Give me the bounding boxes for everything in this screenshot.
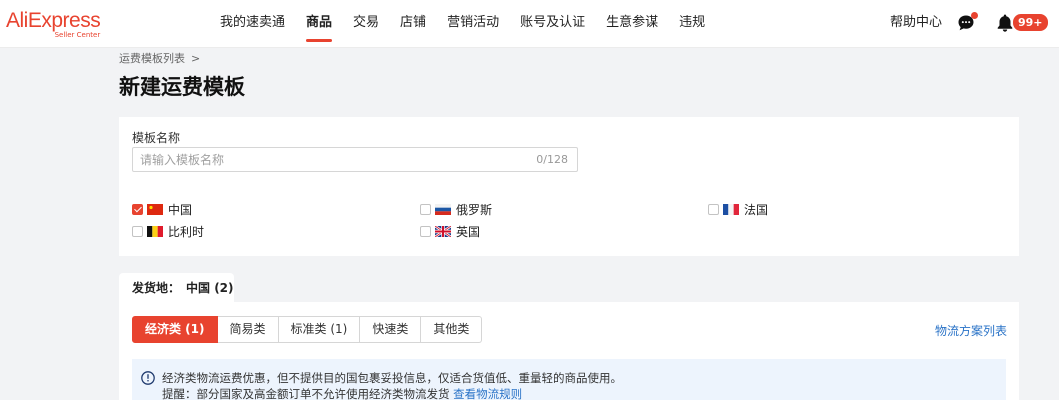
tab-economy[interactable]: 经济类 (1) [132, 316, 218, 343]
country-option-belgium[interactable]: 比利时 [132, 223, 204, 240]
country-option-france[interactable]: 法国 [708, 201, 768, 218]
country-label: 法国 [744, 203, 769, 217]
tab-standard[interactable]: 标准类 (1) [278, 316, 361, 343]
nav-item-marketing[interactable]: 营销活动 [447, 0, 499, 48]
shipping-type-tabs: 经济类 (1) 简易类 标准类 (1) 快速类 其他类 [132, 316, 483, 343]
notification-count-badge: 99+ [1013, 14, 1048, 31]
nav-item-transactions[interactable]: 交易 [353, 0, 379, 48]
logo-subtitle: Seller Center [54, 31, 101, 39]
breadcrumb-separator: > [191, 52, 201, 65]
country-checkbox-uk[interactable] [420, 226, 431, 237]
country-checkbox-russia[interactable] [420, 204, 431, 215]
country-option-china[interactable]: 中国 [132, 201, 192, 218]
ship-from-tab[interactable]: 发货地： 中国 (2) [119, 273, 234, 303]
notice-reminder-text: 提醒：部分国家及高金额订单不允许使用经济类物流发货 [162, 387, 450, 400]
template-name-label: 模板名称 [132, 131, 181, 145]
shipping-method-card: 经济类 (1) 简易类 标准类 (1) 快速类 其他类 物流方案列表 经济类物流… [119, 302, 1019, 400]
aliexpress-logo[interactable]: AliExpress Seller Center [6, 9, 101, 39]
cn-flag-icon [147, 204, 163, 215]
country-label: 英国 [456, 225, 481, 239]
char-counter: 0/128 [536, 153, 568, 166]
country-checkbox-belgium[interactable] [132, 226, 143, 237]
notice-reminder: 提醒：部分国家及高金额订单不允许使用经济类物流发货 查看物流规则 [162, 386, 522, 400]
country-option-uk[interactable]: 英国 [420, 223, 480, 240]
ru-flag-icon [435, 204, 451, 215]
chat-unread-dot [971, 12, 978, 19]
country-label: 中国 [168, 203, 193, 217]
fr-flag-icon [723, 204, 739, 215]
logistics-plan-list-link[interactable]: 物流方案列表 [935, 322, 1007, 339]
country-checkbox-china[interactable] [132, 204, 143, 215]
page-title: 新建运费模板 [119, 75, 245, 99]
nav-item-violations[interactable]: 违规 [679, 0, 705, 48]
ship-from-value: 中国 (2) [186, 281, 234, 295]
be-flag-icon [147, 226, 163, 237]
notice-text: 经济类物流运费优惠，但不提供目的国包裹妥投信息，仅适合货值低、重量轻的商品使用。 [162, 371, 622, 385]
nav-item-account[interactable]: 账号及认证 [520, 0, 585, 48]
ship-from-label: 发货地： [132, 281, 181, 295]
template-settings-card: 模板名称 0/128 中国 俄罗斯 法国 比利时 英国 [119, 117, 1019, 256]
view-logistics-rules-link[interactable]: 查看物流规则 [453, 387, 522, 400]
tab-other[interactable]: 其他类 [421, 316, 483, 343]
country-label: 俄罗斯 [456, 203, 493, 217]
breadcrumb-parent-link[interactable]: 运费模板列表 [119, 52, 185, 65]
country-checkbox-france[interactable] [708, 204, 719, 215]
tab-simple[interactable]: 简易类 [217, 316, 279, 343]
economy-notice-banner: 经济类物流运费优惠，但不提供目的国包裹妥投信息，仅适合货值低、重量轻的商品使用。… [132, 359, 1006, 400]
help-center-link[interactable]: 帮助中心 [890, 0, 942, 46]
nav-item-my-aliexpress[interactable]: 我的速卖通 [220, 0, 285, 48]
main-nav: 我的速卖通 商品 交易 店铺 营销活动 账号及认证 生意参谋 违规 [220, 0, 726, 48]
breadcrumb: 运费模板列表 > [119, 50, 200, 66]
country-label: 比利时 [168, 225, 205, 239]
nav-item-store[interactable]: 店铺 [400, 0, 426, 48]
uk-flag-icon [435, 226, 451, 237]
bell-icon[interactable] [996, 13, 1014, 33]
top-navigation-bar: AliExpress Seller Center 我的速卖通 商品 交易 店铺 … [0, 0, 1059, 48]
tab-express[interactable]: 快速类 [360, 316, 422, 343]
info-icon [141, 371, 155, 385]
country-option-russia[interactable]: 俄罗斯 [420, 201, 492, 218]
template-name-field: 0/128 [132, 147, 578, 172]
logo-text: AliExpress [6, 9, 101, 32]
template-name-input[interactable] [133, 148, 533, 171]
nav-item-products[interactable]: 商品 [306, 0, 333, 48]
nav-item-business-advisor[interactable]: 生意参谋 [606, 0, 658, 48]
